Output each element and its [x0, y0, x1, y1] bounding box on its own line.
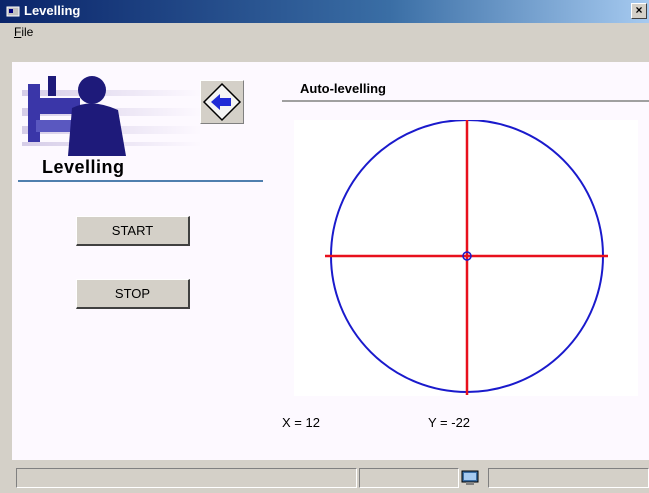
status-panel-main — [16, 468, 357, 488]
section-divider — [282, 100, 649, 102]
status-panel-tertiary — [488, 468, 649, 488]
window-title: Levelling — [24, 3, 81, 18]
computer-icon — [461, 470, 479, 485]
back-button[interactable] — [200, 80, 244, 124]
status-panel-secondary — [359, 468, 459, 488]
title-bar: Levelling × — [0, 0, 649, 23]
back-arrow-icon — [202, 82, 242, 122]
start-button[interactable]: START — [76, 216, 190, 246]
page-title: Levelling — [42, 157, 125, 177]
level-plot — [294, 120, 638, 396]
x-readout: X = 12 — [282, 415, 320, 430]
stop-button[interactable]: STOP — [76, 279, 190, 309]
menu-file[interactable]: File — [14, 25, 33, 39]
operator-logo — [22, 76, 202, 156]
menu-bar: File — [0, 23, 649, 42]
app-icon — [6, 6, 20, 17]
close-button[interactable]: × — [631, 3, 647, 19]
levelling-window: Levelling × File Levelling START STOP Au… — [0, 0, 649, 493]
close-icon: × — [635, 3, 643, 17]
section-title: Auto-levelling — [300, 81, 386, 96]
y-readout: Y = -22 — [428, 415, 471, 430]
title-divider — [18, 180, 263, 182]
